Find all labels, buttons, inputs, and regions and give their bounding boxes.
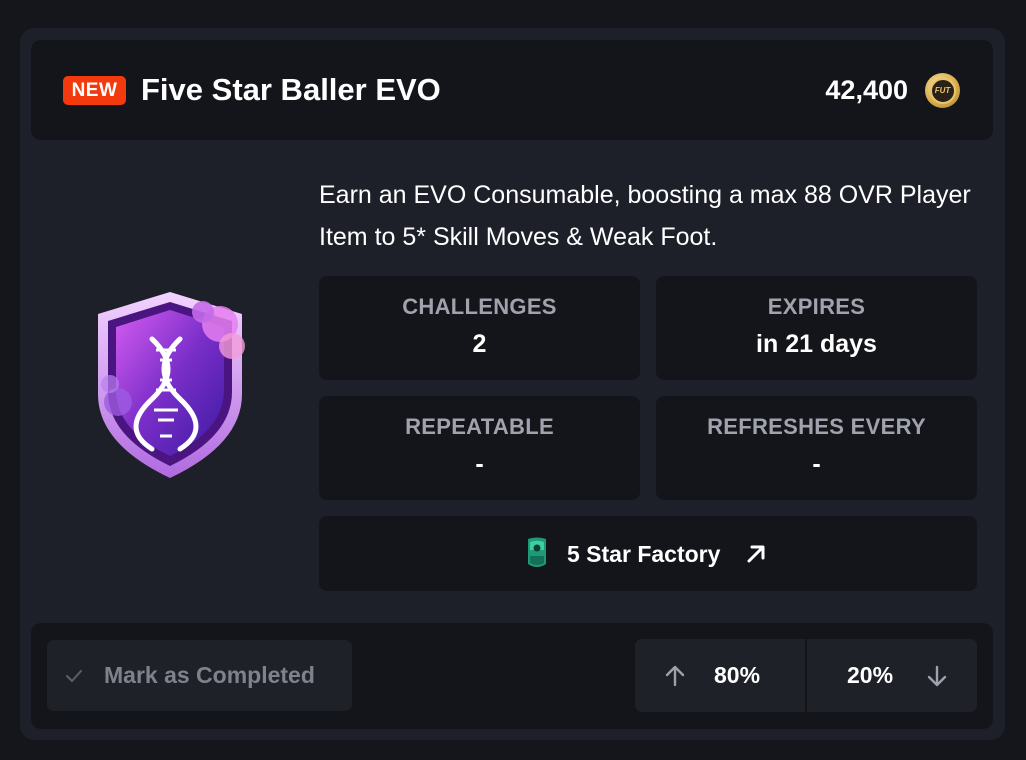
evolution-description: Earn an EVO Consumable, boosting a max 8…	[319, 181, 971, 251]
new-badge: NEW	[63, 76, 126, 105]
price-value: 42,400	[825, 75, 908, 105]
stat-label: EXPIRES	[767, 294, 866, 319]
evolution-title: Five Star Baller EVO	[141, 72, 441, 107]
arrow-up-icon	[665, 665, 685, 687]
stat-value: 2	[472, 330, 487, 358]
evolution-card: NEW Five Star Baller EVO 42,400 FUT Earn…	[20, 28, 1005, 740]
stat-challenges: CHALLENGES 2	[319, 276, 640, 380]
stat-repeatable: REPEATABLE -	[319, 396, 640, 500]
upvote-button[interactable]: 80%	[635, 639, 805, 712]
coin-label: FUT	[929, 77, 956, 104]
downvote-percent: 20%	[847, 662, 894, 688]
arrow-down-icon	[927, 665, 947, 687]
evo-card-icon	[528, 537, 546, 567]
five-star-factory-link[interactable]: 5 Star Factory	[319, 516, 977, 591]
mark-as-completed-button[interactable]: Mark as Completed	[47, 640, 352, 711]
link-label: 5 Star Factory	[567, 541, 721, 567]
card-footer: Mark as Completed 80% 20%	[31, 623, 993, 729]
vote-control: 80% 20%	[635, 639, 977, 712]
arrow-up-right-icon	[747, 545, 765, 563]
stat-label: CHALLENGES	[402, 294, 557, 319]
check-icon	[66, 670, 82, 682]
dna-shield-emblem	[98, 292, 245, 478]
stat-value: -	[475, 450, 484, 478]
mark-as-completed-label: Mark as Completed	[104, 662, 315, 688]
stat-label: REFRESHES EVERY	[707, 414, 926, 439]
card-header: NEW Five Star Baller EVO 42,400 FUT	[31, 40, 993, 140]
upvote-percent: 80%	[714, 662, 761, 688]
stat-value: in 21 days	[756, 330, 877, 358]
fut-coin-icon: FUT	[925, 73, 960, 108]
stat-refreshes-every: REFRESHES EVERY -	[656, 396, 977, 500]
downvote-button[interactable]: 20%	[807, 639, 977, 712]
stat-expires: EXPIRES in 21 days	[656, 276, 977, 380]
stat-value: -	[812, 450, 821, 478]
stat-label: REPEATABLE	[405, 414, 554, 439]
